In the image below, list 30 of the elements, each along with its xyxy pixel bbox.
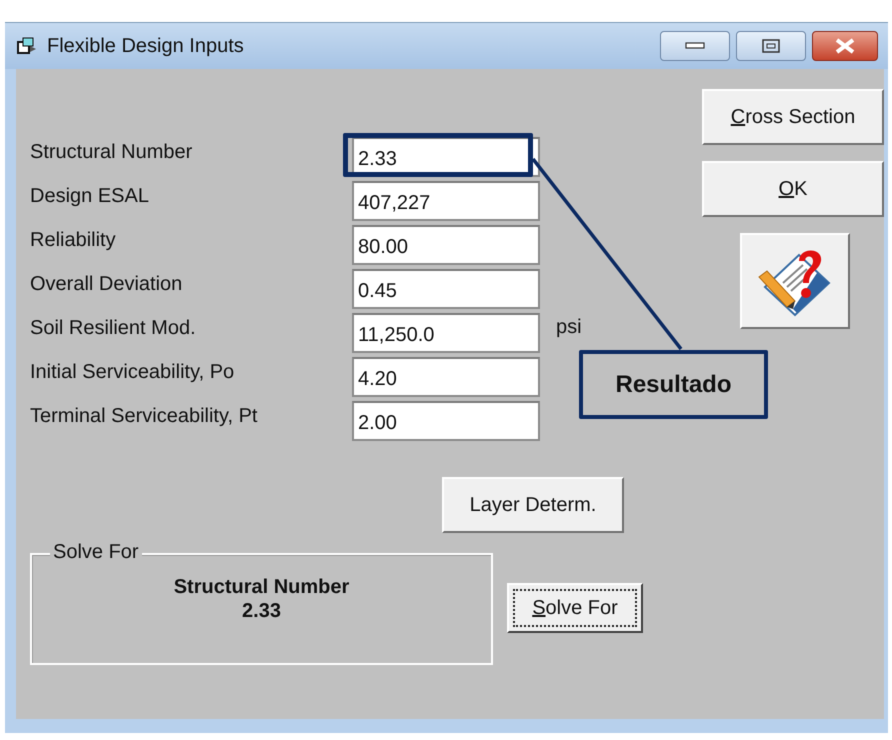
field-label: Soil Resilient Mod. [30, 316, 197, 340]
input-field[interactable]: 11,250.0 [352, 313, 540, 353]
help-button[interactable] [740, 233, 850, 329]
result-value: 2.33 [242, 599, 281, 623]
maximize-icon [762, 39, 780, 53]
unit-label: psi [556, 316, 582, 338]
field-label: Overall Deviation [30, 272, 184, 296]
minimize-icon [685, 42, 705, 50]
field-label: Design ESAL [30, 184, 150, 208]
app-icon [17, 37, 37, 55]
window-title: Flexible Design Inputs [47, 34, 245, 58]
maximize-button[interactable] [736, 31, 806, 61]
input-field[interactable]: 0.45 [352, 269, 540, 309]
solve-for-button[interactable]: Solve For [507, 583, 643, 633]
input-field[interactable]: 2.00 [352, 401, 540, 441]
minimize-button[interactable] [660, 31, 730, 61]
layer-determ-button[interactable]: Layer Determ. [442, 477, 624, 533]
field-label: Initial Serviceability, Po [30, 360, 236, 384]
result-label: Structural Number [174, 575, 350, 599]
input-field[interactable]: 4.20 [352, 357, 540, 397]
field-label: Structural Number [30, 140, 194, 164]
dialog-button[interactable]: OK [702, 161, 884, 217]
field-label: Reliability [30, 228, 117, 252]
input-field[interactable]: 407,227 [352, 181, 540, 221]
close-icon [834, 38, 856, 54]
close-button[interactable] [812, 31, 878, 61]
callout-label: Resultado [579, 350, 768, 419]
dialog-button[interactable]: Cross Section [702, 89, 884, 145]
field-label: Terminal Serviceability, Pt [30, 404, 258, 428]
input-field[interactable]: 80.00 [352, 225, 540, 265]
